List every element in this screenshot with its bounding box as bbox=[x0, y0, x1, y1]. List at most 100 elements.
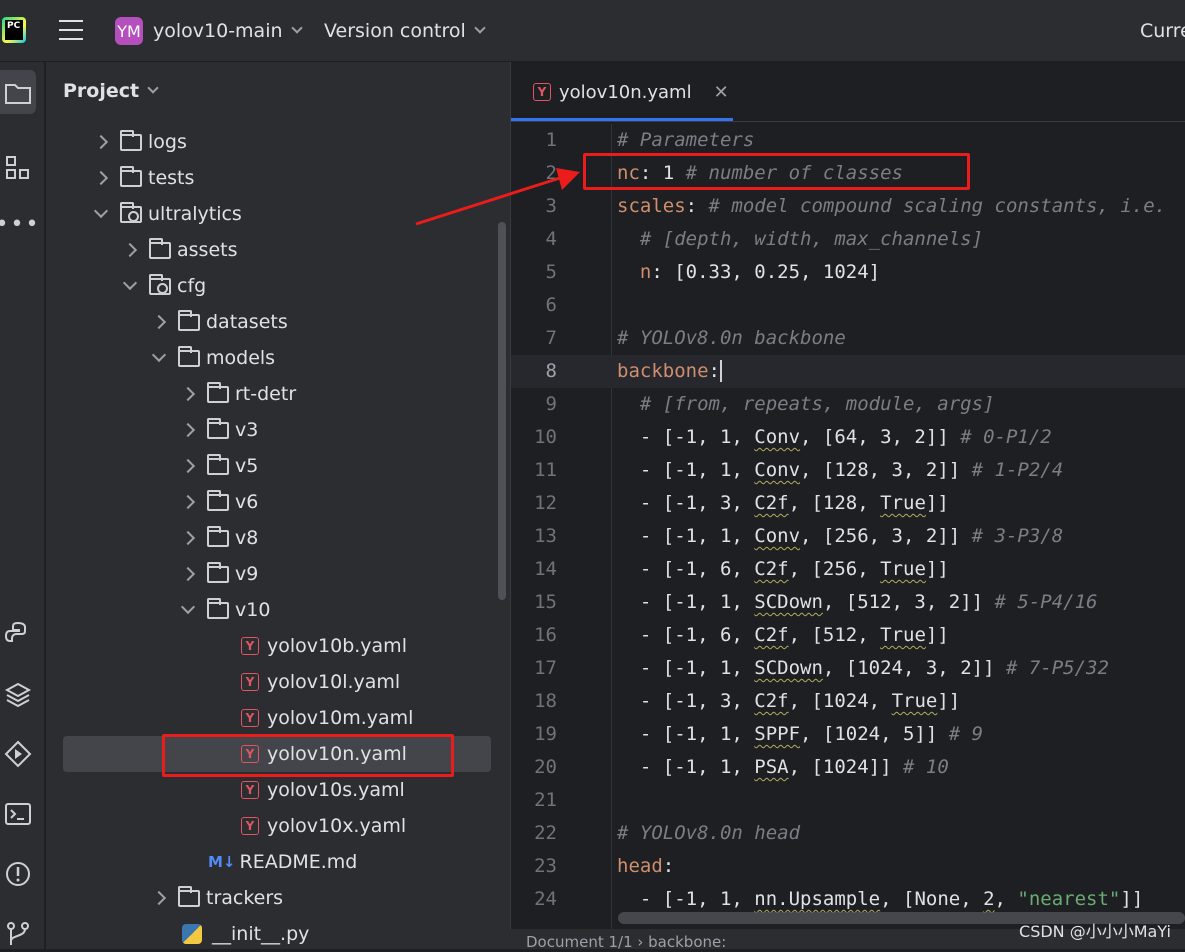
editor-tab-bar: Y yolov10n.yaml ✕ bbox=[511, 62, 1185, 122]
more-tools-icon[interactable]: ••• bbox=[0, 212, 38, 237]
chevron-right-icon[interactable] bbox=[180, 386, 196, 402]
tree-item-label: v8 bbox=[235, 527, 259, 549]
tree-item-v6[interactable]: v6 bbox=[46, 484, 510, 520]
tree-item-init-py[interactable]: __init__.py bbox=[46, 916, 510, 952]
line-number: 1 bbox=[545, 129, 557, 151]
line-text: head: bbox=[617, 855, 675, 877]
folder-icon bbox=[207, 417, 229, 439]
tree-item-cfg[interactable]: cfg bbox=[46, 268, 510, 304]
chevron-right-icon[interactable] bbox=[180, 530, 196, 546]
project-tool-button[interactable] bbox=[0, 70, 36, 114]
pycharm-logo-icon[interactable]: PC bbox=[2, 17, 26, 43]
tree-item-label: datasets bbox=[206, 311, 288, 333]
chevron-right-icon[interactable] bbox=[122, 242, 138, 258]
structure-tool-button[interactable] bbox=[0, 154, 36, 182]
folder-icon bbox=[207, 453, 229, 475]
code-line: 17 - [-1, 1, SCDown, [1024, 3, 2]] # 7-P… bbox=[511, 652, 1185, 685]
run-icon bbox=[4, 740, 32, 768]
chevron-down-icon[interactable] bbox=[122, 275, 138, 291]
line-number: 12 bbox=[534, 492, 557, 514]
project-panel-header[interactable]: Project bbox=[63, 80, 159, 102]
vcs-label: Version control bbox=[324, 20, 466, 42]
python-console-button[interactable] bbox=[0, 620, 36, 648]
tree-item-label: __init__.py bbox=[212, 923, 310, 945]
tree-item-label: yolov10x.yaml bbox=[267, 815, 407, 837]
terminal-icon bbox=[5, 803, 31, 825]
project-switcher[interactable]: YM yolov10-main bbox=[115, 0, 303, 62]
tree-item-yolov10b[interactable]: Yyolov10b.yaml bbox=[46, 628, 510, 664]
run-tool-button[interactable] bbox=[0, 740, 36, 768]
chevron-right-icon[interactable] bbox=[151, 314, 167, 330]
code-line: 15 - [-1, 1, SCDown, [512, 3, 2]] # 5-P4… bbox=[511, 586, 1185, 619]
close-icon[interactable]: ✕ bbox=[714, 82, 729, 103]
chevron-right-icon[interactable] bbox=[151, 890, 167, 906]
chevron-down-icon[interactable] bbox=[180, 599, 196, 615]
line-number: 18 bbox=[534, 690, 557, 712]
chevron-down-icon[interactable] bbox=[151, 347, 167, 363]
line-number: 5 bbox=[545, 261, 557, 283]
tree-item-models[interactable]: models bbox=[46, 340, 510, 376]
tree-item-yolov10s[interactable]: Yyolov10s.yaml bbox=[46, 772, 510, 808]
code-line: 18 - [-1, 3, C2f, [1024, True]] bbox=[511, 685, 1185, 718]
tree-item-label: trackers bbox=[206, 887, 284, 909]
folder-icon bbox=[207, 381, 229, 403]
yaml-file-icon: Y bbox=[241, 817, 259, 835]
vcs-menu[interactable]: Version control bbox=[324, 0, 486, 62]
code-line: 21 bbox=[511, 784, 1185, 817]
line-number: 17 bbox=[534, 657, 557, 679]
code-line: 20 - [-1, 1, PSA, [1024]] # 10 bbox=[511, 751, 1185, 784]
main-menu-icon[interactable] bbox=[59, 20, 83, 40]
tree-item-rt-detr[interactable]: rt-detr bbox=[46, 376, 510, 412]
tree-item-logs[interactable]: logs bbox=[46, 124, 510, 160]
active-tab-indicator bbox=[511, 118, 733, 121]
chevron-right-icon[interactable] bbox=[93, 170, 109, 186]
line-number: 14 bbox=[534, 558, 557, 580]
chevron-right-icon[interactable] bbox=[180, 458, 196, 474]
line-text: backbone: bbox=[617, 360, 722, 382]
code-line: 9 # [from, repeats, module, args] bbox=[511, 388, 1185, 421]
layers-tool-button[interactable] bbox=[0, 680, 36, 708]
chevron-right-icon[interactable] bbox=[180, 494, 196, 510]
tree-item-v3[interactable]: v3 bbox=[46, 412, 510, 448]
tree-item-yolov10x[interactable]: Yyolov10x.yaml bbox=[46, 808, 510, 844]
tree-item-v10[interactable]: v10 bbox=[46, 592, 510, 628]
chevron-right-icon[interactable] bbox=[93, 134, 109, 150]
chevron-right-icon[interactable] bbox=[180, 566, 196, 582]
line-number: 6 bbox=[545, 294, 557, 316]
tool-window-strip: ••• bbox=[0, 62, 45, 949]
tree-item-datasets[interactable]: datasets bbox=[46, 304, 510, 340]
code-line: 13 - [-1, 1, Conv, [256, 3, 2]] # 3-P3/8 bbox=[511, 520, 1185, 553]
folder-icon bbox=[207, 525, 229, 547]
git-tool-button[interactable] bbox=[0, 920, 36, 948]
terminal-tool-button[interactable] bbox=[0, 800, 36, 828]
tree-item-v8[interactable]: v8 bbox=[46, 520, 510, 556]
tree-item-readme[interactable]: M↓ README.md bbox=[46, 844, 510, 880]
tree-item-v9[interactable]: v9 bbox=[46, 556, 510, 592]
tree-item-yolov10m[interactable]: Yyolov10m.yaml bbox=[46, 700, 510, 736]
annotation-box-file bbox=[162, 734, 454, 777]
tree-item-assets[interactable]: assets bbox=[46, 232, 510, 268]
project-scrollbar[interactable] bbox=[498, 222, 506, 600]
folder-icon bbox=[149, 237, 171, 259]
chevron-right-icon[interactable] bbox=[180, 422, 196, 438]
problems-tool-button[interactable] bbox=[0, 860, 36, 888]
folder-icon bbox=[178, 309, 200, 331]
tree-item-v5[interactable]: v5 bbox=[46, 448, 510, 484]
tree-item-yolov10l[interactable]: Yyolov10l.yaml bbox=[46, 664, 510, 700]
editor-tab-yolov10n[interactable]: Y yolov10n.yaml ✕ bbox=[511, 62, 733, 122]
line-text: - [-1, 1, SCDown, [512, 3, 2]] # 5-P4/16 bbox=[617, 591, 1098, 613]
package-folder-icon bbox=[149, 273, 171, 295]
chevron-down-icon[interactable] bbox=[93, 203, 109, 219]
line-number: 15 bbox=[534, 591, 557, 613]
logo-text: PC bbox=[5, 20, 23, 40]
project-panel-title: Project bbox=[63, 80, 140, 102]
yaml-file-icon: Y bbox=[533, 83, 551, 101]
folder-icon bbox=[207, 597, 229, 619]
run-config-label[interactable]: Curre bbox=[1140, 0, 1185, 62]
tree-item-label: yolov10l.yaml bbox=[267, 671, 401, 693]
tree-item-trackers[interactable]: trackers bbox=[46, 880, 510, 916]
tree-item-label: v6 bbox=[235, 491, 259, 513]
tree-item-label: yolov10m.yaml bbox=[267, 707, 414, 729]
tree-item-label: models bbox=[206, 347, 276, 369]
code-line-current: 8 backbone: bbox=[511, 355, 1185, 388]
